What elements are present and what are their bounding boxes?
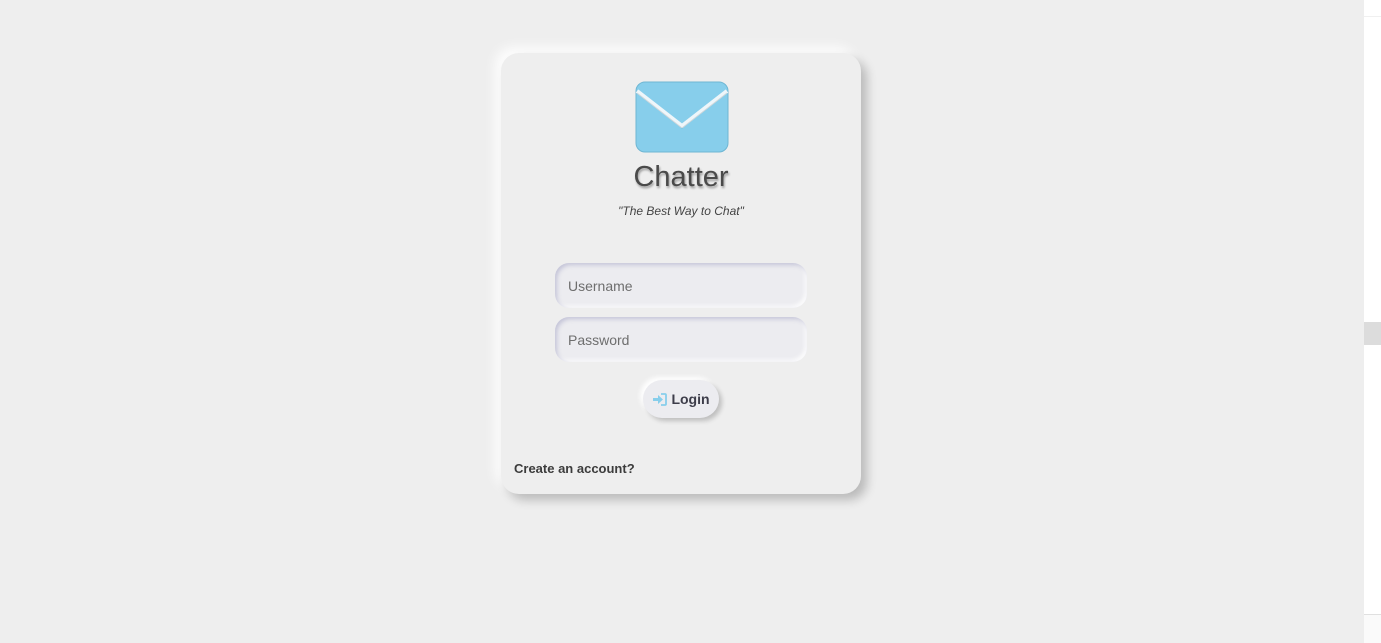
username-input[interactable] (555, 263, 807, 308)
vertical-scrollbar[interactable] (1364, 0, 1381, 643)
envelope-icon (635, 81, 729, 153)
page-viewport: Chatter "The Best Way to Chat" Login Cre… (0, 0, 1364, 642)
create-account-link[interactable]: Create an account? (514, 461, 635, 476)
scrollbar-top (1364, 0, 1381, 17)
password-input[interactable] (555, 317, 807, 362)
login-button[interactable]: Login (643, 380, 719, 418)
app-title: Chatter (633, 161, 729, 193)
login-button-label: Login (671, 391, 710, 407)
sign-in-icon (653, 392, 668, 406)
login-card: Chatter "The Best Way to Chat" Login Cre… (501, 53, 861, 494)
scrollbar-bottom (1364, 614, 1381, 643)
app-tagline: "The Best Way to Chat" (618, 204, 744, 218)
scrollbar-thumb[interactable] (1364, 322, 1381, 345)
